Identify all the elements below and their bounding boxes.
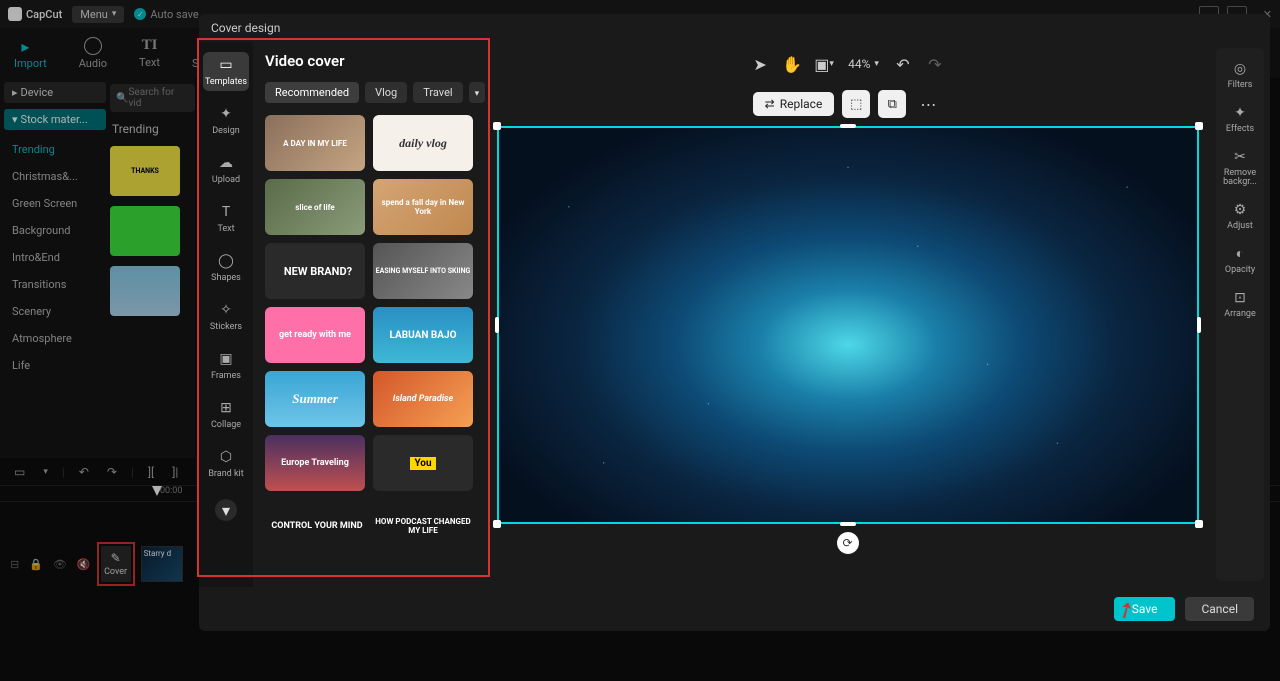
tool-arrange[interactable]: ⊡Arrange (1224, 289, 1256, 319)
template-item[interactable]: slice of life (265, 179, 365, 235)
template-category-tabs: Recommended Vlog Travel ▾ (265, 82, 473, 103)
resize-handle-t[interactable] (840, 124, 856, 128)
template-item[interactable]: EASING MYSELF INTO SKIING (373, 243, 473, 299)
resize-handle-r[interactable] (1197, 317, 1201, 333)
templates-panel: Video cover Recommended Vlog Travel ▾ A … (253, 42, 485, 587)
sidebar-stickers[interactable]: ✧Stickers (203, 297, 249, 336)
adjust-icon: ⚙ (1231, 201, 1249, 219)
sidebar-upload[interactable]: ☁Upload (203, 150, 249, 189)
resize-handle-l[interactable] (495, 317, 499, 333)
tab-travel[interactable]: Travel (413, 82, 462, 103)
template-item[interactable]: You (373, 435, 473, 491)
resize-handle-tr[interactable] (1195, 122, 1203, 130)
remove-bg-icon: ✂ (1231, 148, 1249, 166)
text-tool-icon: T (217, 203, 235, 221)
tool-remove-bg[interactable]: ✂Remove backgr... (1216, 148, 1264, 187)
filters-icon: ◎ (1231, 60, 1249, 78)
template-item[interactable]: Europe Traveling (265, 435, 365, 491)
rotate-handle-icon[interactable]: ⟳ (837, 532, 859, 554)
duplicate-icon[interactable]: ⧉ (878, 90, 906, 118)
sidebar-brandkit[interactable]: ⬡Brand kit (203, 444, 249, 483)
template-item[interactable]: CONTROL YOUR MIND (265, 499, 365, 555)
tab-recommended[interactable]: Recommended (265, 82, 359, 103)
cover-image[interactable] (497, 126, 1199, 524)
modal-title: Cover design (199, 14, 1270, 42)
sidebar-shapes[interactable]: ◯Shapes (203, 248, 249, 287)
tab-vlog[interactable]: Vlog (365, 82, 407, 103)
cancel-button[interactable]: Cancel (1185, 597, 1254, 621)
canvas-area: ➤ ✋ ▣ ▾ 44% ▾ ↶ ↷ ⇄ Replace ⬚ ⧉ ⋯ (485, 42, 1210, 587)
redo-canvas-icon[interactable]: ↷ (921, 50, 949, 78)
more-actions-icon[interactable]: ⋯ (914, 90, 942, 118)
cursor-tool-icon[interactable]: ➤ (746, 50, 774, 78)
crop-icon[interactable]: ⬚ (842, 90, 870, 118)
sidebar-frames[interactable]: ▣Frames (203, 346, 249, 385)
template-item[interactable]: daily vlog (373, 115, 473, 171)
tool-adjust[interactable]: ⚙Adjust (1227, 201, 1253, 231)
undo-canvas-icon[interactable]: ↶ (889, 50, 917, 78)
tool-filters[interactable]: ◎Filters (1228, 60, 1253, 90)
template-item[interactable]: Summer (265, 371, 365, 427)
sidebar-templates[interactable]: ▭Templates (203, 52, 249, 91)
template-item[interactable]: A DAY IN MY LIFE (265, 115, 365, 171)
tab-more[interactable]: ▾ (469, 82, 485, 103)
sidebar-design[interactable]: ✦Design (203, 101, 249, 140)
template-item[interactable]: Island Paradise (373, 371, 473, 427)
resize-handle-br[interactable] (1195, 520, 1203, 528)
templates-icon: ▭ (217, 56, 235, 74)
template-item[interactable]: spend a fall day in New York (373, 179, 473, 235)
opacity-icon: ◐ (1231, 245, 1249, 263)
canvas-selection[interactable]: ⟳ (497, 126, 1199, 524)
tool-effects[interactable]: ✦Effects (1226, 104, 1254, 134)
templates-heading: Video cover (265, 52, 473, 70)
upload-icon: ☁ (217, 154, 235, 172)
resize-handle-bl[interactable] (493, 520, 501, 528)
selection-action-bar: ⇄ Replace ⬚ ⧉ ⋯ (485, 86, 1210, 122)
sidebar-collage[interactable]: ⊞Collage (203, 395, 249, 434)
hand-tool-icon[interactable]: ✋ (778, 50, 806, 78)
save-button[interactable]: Save (1114, 597, 1176, 621)
right-tools-sidebar: ◎Filters ✦Effects ✂Remove backgr... ⚙Adj… (1216, 48, 1264, 581)
resize-handle-tl[interactable] (493, 122, 501, 130)
canvas-stage[interactable]: ⟳ (485, 122, 1210, 587)
sidebar-text[interactable]: TText (203, 199, 249, 238)
sidebar-more-icon[interactable]: ▾ (215, 499, 237, 521)
templates-grid: A DAY IN MY LIFE daily vlog slice of lif… (265, 115, 473, 555)
shapes-icon: ◯ (217, 252, 235, 270)
stickers-tool-icon: ✧ (217, 301, 235, 319)
cover-design-modal: Cover design ▭Templates ✦Design ☁Upload … (199, 14, 1270, 631)
replace-button[interactable]: ⇄ Replace (753, 92, 835, 116)
chevron-down-icon: ▾ (874, 59, 879, 69)
effects-icon: ✦ (1231, 104, 1249, 122)
tool-opacity[interactable]: ◐Opacity (1225, 245, 1255, 275)
resize-handle-b[interactable] (840, 522, 856, 526)
frames-icon: ▣ (217, 350, 235, 368)
template-item[interactable]: get ready with me (265, 307, 365, 363)
collage-icon: ⊞ (217, 399, 235, 417)
template-item[interactable]: LABUAN BAJO (373, 307, 473, 363)
chevron-down-icon: ▾ (475, 89, 480, 99)
modal-footer: ➚ Save Cancel (199, 587, 1270, 631)
cover-sidebar: ▭Templates ✦Design ☁Upload TText ◯Shapes… (199, 42, 253, 587)
canvas-toolbar: ➤ ✋ ▣ ▾ 44% ▾ ↶ ↷ (485, 42, 1210, 86)
brandkit-icon: ⬡ (217, 448, 235, 466)
design-icon: ✦ (217, 105, 235, 123)
zoom-level[interactable]: 44% ▾ (848, 57, 879, 71)
template-item[interactable]: HOW PODCAST CHANGED MY LIFE (373, 499, 473, 555)
crop-tool-icon[interactable]: ▣ ▾ (810, 50, 838, 78)
arrange-icon: ⊡ (1231, 289, 1249, 307)
template-item[interactable]: NEW BRAND? (265, 243, 365, 299)
